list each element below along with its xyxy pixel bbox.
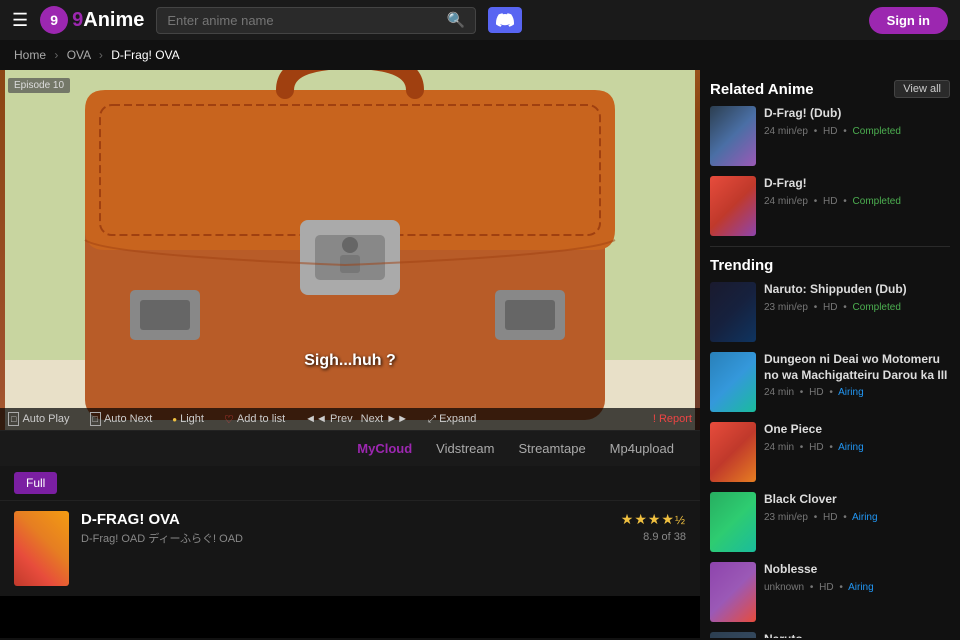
related-info-1: D-Frag! (Dub) 24 min/ep • HD • Completed	[764, 106, 950, 139]
trending-info-4: Black Clover 23 min/ep • HD • Airing	[764, 492, 950, 525]
stream-tab-mp4upload[interactable]: Mp4upload	[598, 437, 686, 460]
breadcrumb-current: D-Frag! OVA	[111, 48, 179, 62]
right-sidebar: Related Anime View all D-Frag! (Dub) 24 …	[700, 70, 960, 638]
anime-info-row: D-FRAG! OVA D-Frag! OAD ディーふらぐ! OAD ★★★★…	[0, 500, 700, 596]
trending-meta-1: 23 min/ep • HD • Completed	[764, 300, 950, 315]
stream-tab-vidstream[interactable]: Vidstream	[424, 437, 506, 460]
video-controls: □ Auto Play □ Auto Next ● Light ♡ Add to…	[0, 408, 700, 430]
related-anime-item[interactable]: D-Frag! 24 min/ep • HD • Completed	[710, 176, 950, 236]
expand-button[interactable]: ⤢ Expand	[428, 413, 476, 425]
video-player[interactable]: Episode 10 Sigh...huh ? □ Auto Play □ Au…	[0, 70, 700, 430]
logo-text: 9Anime	[72, 9, 144, 32]
auto-next-control[interactable]: □ Auto Next	[90, 412, 153, 426]
trending-thumb-6	[710, 632, 756, 638]
auto-play-control[interactable]: □ Auto Play	[8, 412, 70, 426]
trending-header: Trending	[710, 257, 950, 274]
trending-info-5: Noblesse unknown • HD • Airing	[764, 562, 950, 595]
trending-info-3: One Piece 24 min • HD • Airing	[764, 422, 950, 455]
breadcrumb: Home › OVA › D-Frag! OVA	[0, 40, 960, 70]
full-button[interactable]: Full	[14, 472, 57, 494]
search-input[interactable]	[157, 8, 436, 33]
trending-title-4: Black Clover	[764, 492, 950, 508]
related-meta-1: 24 min/ep • HD • Completed	[764, 124, 950, 139]
view-all-button[interactable]: View all	[894, 80, 950, 98]
anime-subtitle: D-Frag! OAD ディーふらぐ! OAD	[81, 530, 609, 546]
trending-title: Trending	[710, 257, 773, 274]
anime-info-text: D-FRAG! OVA D-Frag! OAD ディーふらぐ! OAD	[81, 511, 609, 546]
anime-title: D-FRAG! OVA	[81, 511, 609, 528]
trending-thumb-5	[710, 562, 756, 622]
light-control[interactable]: ● Light	[172, 413, 204, 425]
next-button[interactable]: Next ►►	[361, 413, 408, 425]
hamburger-menu[interactable]: ☰	[12, 10, 28, 31]
episode-badge: Episode 10	[8, 78, 70, 93]
trending-item[interactable]: Black Clover 23 min/ep • HD • Airing	[710, 492, 950, 552]
related-info-2: D-Frag! 24 min/ep • HD • Completed	[764, 176, 950, 209]
trending-thumb-4	[710, 492, 756, 552]
related-anime-header: Related Anime View all	[710, 80, 950, 98]
trending-item[interactable]: Naruto 24 min • HD • Completed	[710, 632, 950, 638]
trending-thumb-1	[710, 282, 756, 342]
trending-thumb-2	[710, 352, 756, 412]
trending-info-2: Dungeon ni Deai wo Motomeru no wa Machig…	[764, 352, 950, 400]
related-anime-title: Related Anime	[710, 81, 814, 98]
related-meta-2: 24 min/ep • HD • Completed	[764, 194, 950, 209]
search-bar[interactable]: 🔍	[156, 7, 476, 34]
trending-title-2: Dungeon ni Deai wo Motomeru no wa Machig…	[764, 352, 950, 383]
related-thumb-2	[710, 176, 756, 236]
trending-meta-5: unknown • HD • Airing	[764, 580, 950, 595]
prev-button[interactable]: ◄◄ Prev	[305, 413, 352, 425]
trending-meta-3: 24 min • HD • Airing	[764, 440, 950, 455]
trending-item[interactable]: Dungeon ni Deai wo Motomeru no wa Machig…	[710, 352, 950, 412]
trending-meta-4: 23 min/ep • HD • Airing	[764, 510, 950, 525]
trending-title-5: Noblesse	[764, 562, 950, 578]
stream-tab-mycloud[interactable]: MyCloud	[345, 437, 424, 460]
related-title-2: D-Frag!	[764, 176, 950, 192]
video-frame: Episode 10 Sigh...huh ?	[0, 70, 700, 430]
related-thumb-1	[710, 106, 756, 166]
subtitle-text: Sigh...huh ?	[304, 352, 396, 370]
related-title-1: D-Frag! (Dub)	[764, 106, 950, 122]
anime-thumbnail	[14, 511, 69, 586]
report-button[interactable]: ! Report	[653, 413, 692, 425]
trending-item[interactable]: Naruto: Shippuden (Dub) 23 min/ep • HD •…	[710, 282, 950, 342]
trending-meta-2: 24 min • HD • Airing	[764, 385, 950, 400]
stream-tab-streamtape[interactable]: Streamtape	[506, 437, 597, 460]
left-column: Episode 10 Sigh...huh ? □ Auto Play □ Au…	[0, 70, 700, 638]
breadcrumb-home[interactable]: Home	[14, 48, 46, 62]
stream-options: MyCloud Vidstream Streamtape Mp4upload	[0, 430, 700, 466]
section-divider	[710, 246, 950, 247]
anime-rating: ★★★★½ 8.9 of 38	[621, 511, 686, 543]
main-layout: Episode 10 Sigh...huh ? □ Auto Play □ Au…	[0, 70, 960, 638]
trending-info-1: Naruto: Shippuden (Dub) 23 min/ep • HD •…	[764, 282, 950, 315]
full-row: Full	[0, 466, 700, 500]
trending-title-3: One Piece	[764, 422, 950, 438]
add-to-list-control[interactable]: ♡ Add to list	[224, 413, 285, 426]
trending-item[interactable]: One Piece 24 min • HD • Airing	[710, 422, 950, 482]
rating-count: 8.9 of 38	[643, 531, 686, 543]
bag-illustration	[0, 70, 700, 430]
trending-title-1: Naruto: Shippuden (Dub)	[764, 282, 950, 298]
breadcrumb-ova[interactable]: OVA	[67, 48, 91, 62]
discord-icon[interactable]	[488, 7, 522, 33]
trending-thumb-3	[710, 422, 756, 482]
related-anime-item[interactable]: D-Frag! (Dub) 24 min/ep • HD • Completed	[710, 106, 950, 166]
logo-icon: 9	[40, 6, 68, 34]
search-button[interactable]: 🔍	[437, 8, 476, 33]
sign-in-button[interactable]: Sign in	[869, 7, 948, 34]
trending-item[interactable]: Noblesse unknown • HD • Airing	[710, 562, 950, 622]
rating-stars: ★★★★½	[621, 511, 686, 528]
trending-info-6: Naruto 24 min • HD • Completed	[764, 632, 950, 638]
header: ☰ 9 9Anime 🔍 Sign in	[0, 0, 960, 40]
trending-title-6: Naruto	[764, 632, 950, 638]
logo[interactable]: 9 9Anime	[40, 6, 144, 34]
